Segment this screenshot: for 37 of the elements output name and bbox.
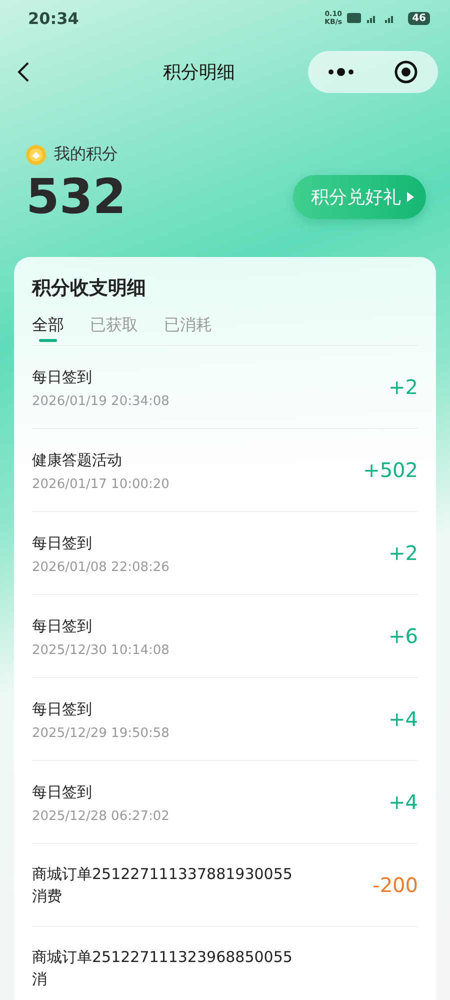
tab-indicator (39, 339, 57, 342)
record-title: 商城订单251227111323968850055消 (32, 947, 294, 990)
more-icon (328, 68, 354, 76)
record-title: 每日签到 (32, 616, 93, 636)
record-title: 健康答题活动 (32, 450, 123, 470)
record-date: 2026/01/19 20:34:08 (32, 394, 170, 408)
filter-tab[interactable]: 已消耗 (164, 315, 212, 345)
record-date: 2025/12/28 06:27:02 (32, 808, 170, 824)
status-time: 20:34 (28, 8, 79, 28)
record-amount: +4 (388, 707, 418, 731)
battery-level: 46 (408, 12, 430, 24)
record-title: 每日签到 (32, 532, 93, 554)
target-icon (394, 60, 418, 84)
record-title: 每日签到 (32, 782, 93, 802)
record-amount: +502 (363, 458, 418, 482)
record-amount: +4 (388, 790, 418, 814)
record-date: 2026/01/08 22:08:26 (32, 560, 170, 574)
record-title: 商城订单251227111337881930055消费 (32, 864, 294, 907)
points-value: 532 (26, 169, 126, 225)
triangle-icon (407, 192, 414, 202)
record-amount: +2 (388, 375, 418, 399)
filter-tab[interactable]: 已获取 (90, 315, 138, 345)
back-icon[interactable] (16, 61, 30, 83)
record-amount: +2 (388, 541, 418, 565)
record-title: 每日签到 (32, 698, 93, 720)
record-amount: +6 (388, 624, 418, 648)
points-label: 我的积分 (54, 144, 118, 165)
redeem-button[interactable]: 积分兑好礼 (293, 175, 426, 219)
record-amount: -200 (372, 873, 418, 897)
record-title: 每日签到 (32, 366, 93, 388)
record-date: 2025/12/29 19:50:58 (32, 726, 170, 740)
coin-icon (26, 144, 46, 164)
card-title: 积分收支明细 (32, 276, 147, 301)
filter-tab[interactable]: 全部 (32, 315, 64, 345)
page-title: 积分明细 (162, 61, 236, 84)
record-date: 2025/12/30 10:14:08 (32, 642, 170, 658)
record-date: 2026/01/17 10:00:20 (32, 476, 170, 492)
